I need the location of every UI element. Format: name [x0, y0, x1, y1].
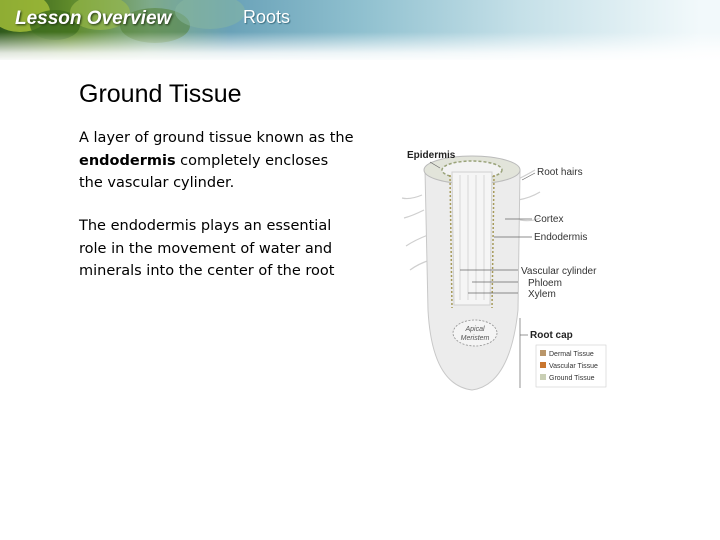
lesson-overview-label: Lesson Overview — [15, 8, 172, 29]
root-cap-label: Root cap — [530, 330, 573, 341]
vascular-cylinder-drawing — [451, 171, 493, 306]
banner-fade — [0, 32, 720, 60]
legend-label: Ground Tissue — [549, 375, 595, 382]
paragraph-text: A layer of ground tissue known as the — [79, 130, 354, 146]
slide-title: Ground Tissue — [79, 80, 242, 108]
topic-label: Roots — [243, 7, 291, 27]
paragraph-endodermis: A layer of ground tissue known as the en… — [79, 127, 354, 195]
legend-swatch — [540, 350, 546, 356]
phloem-label: Phloem — [528, 278, 562, 289]
apical-meristem-label-line1: Apical — [464, 326, 485, 333]
legend-label: Dermal Tissue — [549, 351, 594, 358]
xylem-label: Xylem — [528, 289, 556, 300]
legend-label: Vascular Tissue — [549, 363, 598, 370]
apical-meristem-label-line2: Meristem — [461, 335, 490, 342]
apical-meristem-region — [452, 319, 498, 347]
root-hairs-label: Root hairs — [537, 167, 583, 178]
vascular-cylinder-label: Vascular cylinder — [521, 266, 597, 277]
endodermis-term: endodermis — [79, 152, 176, 169]
cortex-label: Cortex — [534, 214, 563, 225]
legend-swatch — [540, 362, 546, 368]
legend-swatch — [540, 374, 546, 380]
header-banner: Lesson Overview Roots — [0, 0, 720, 60]
epidermis-label: Epidermis — [407, 150, 456, 161]
root-diagram: Apical Meristem Epidermis Root hairs Cor… — [401, 150, 607, 391]
legend-items: Dermal Tissue Vascular Tissue Ground Tissu… — [540, 350, 598, 382]
paragraph-role: The endodermis plays an essential role i… — [79, 218, 335, 279]
endodermis-label: Endodermis — [534, 232, 587, 243]
